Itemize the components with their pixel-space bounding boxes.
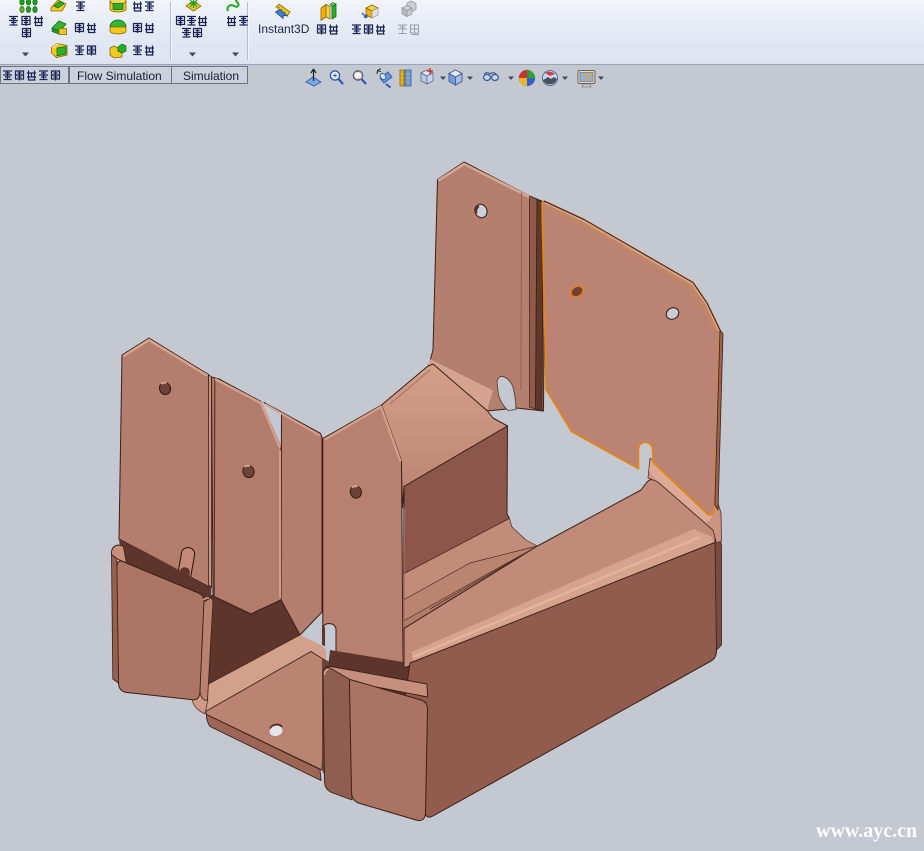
- svg-text:Instant3D: Instant3D: [258, 22, 310, 36]
- svg-text:Flow Simulation: Flow Simulation: [77, 69, 162, 83]
- svg-text:Simulation: Simulation: [183, 69, 239, 83]
- svg-text:www.ayc.cn: www.ayc.cn: [816, 820, 917, 842]
